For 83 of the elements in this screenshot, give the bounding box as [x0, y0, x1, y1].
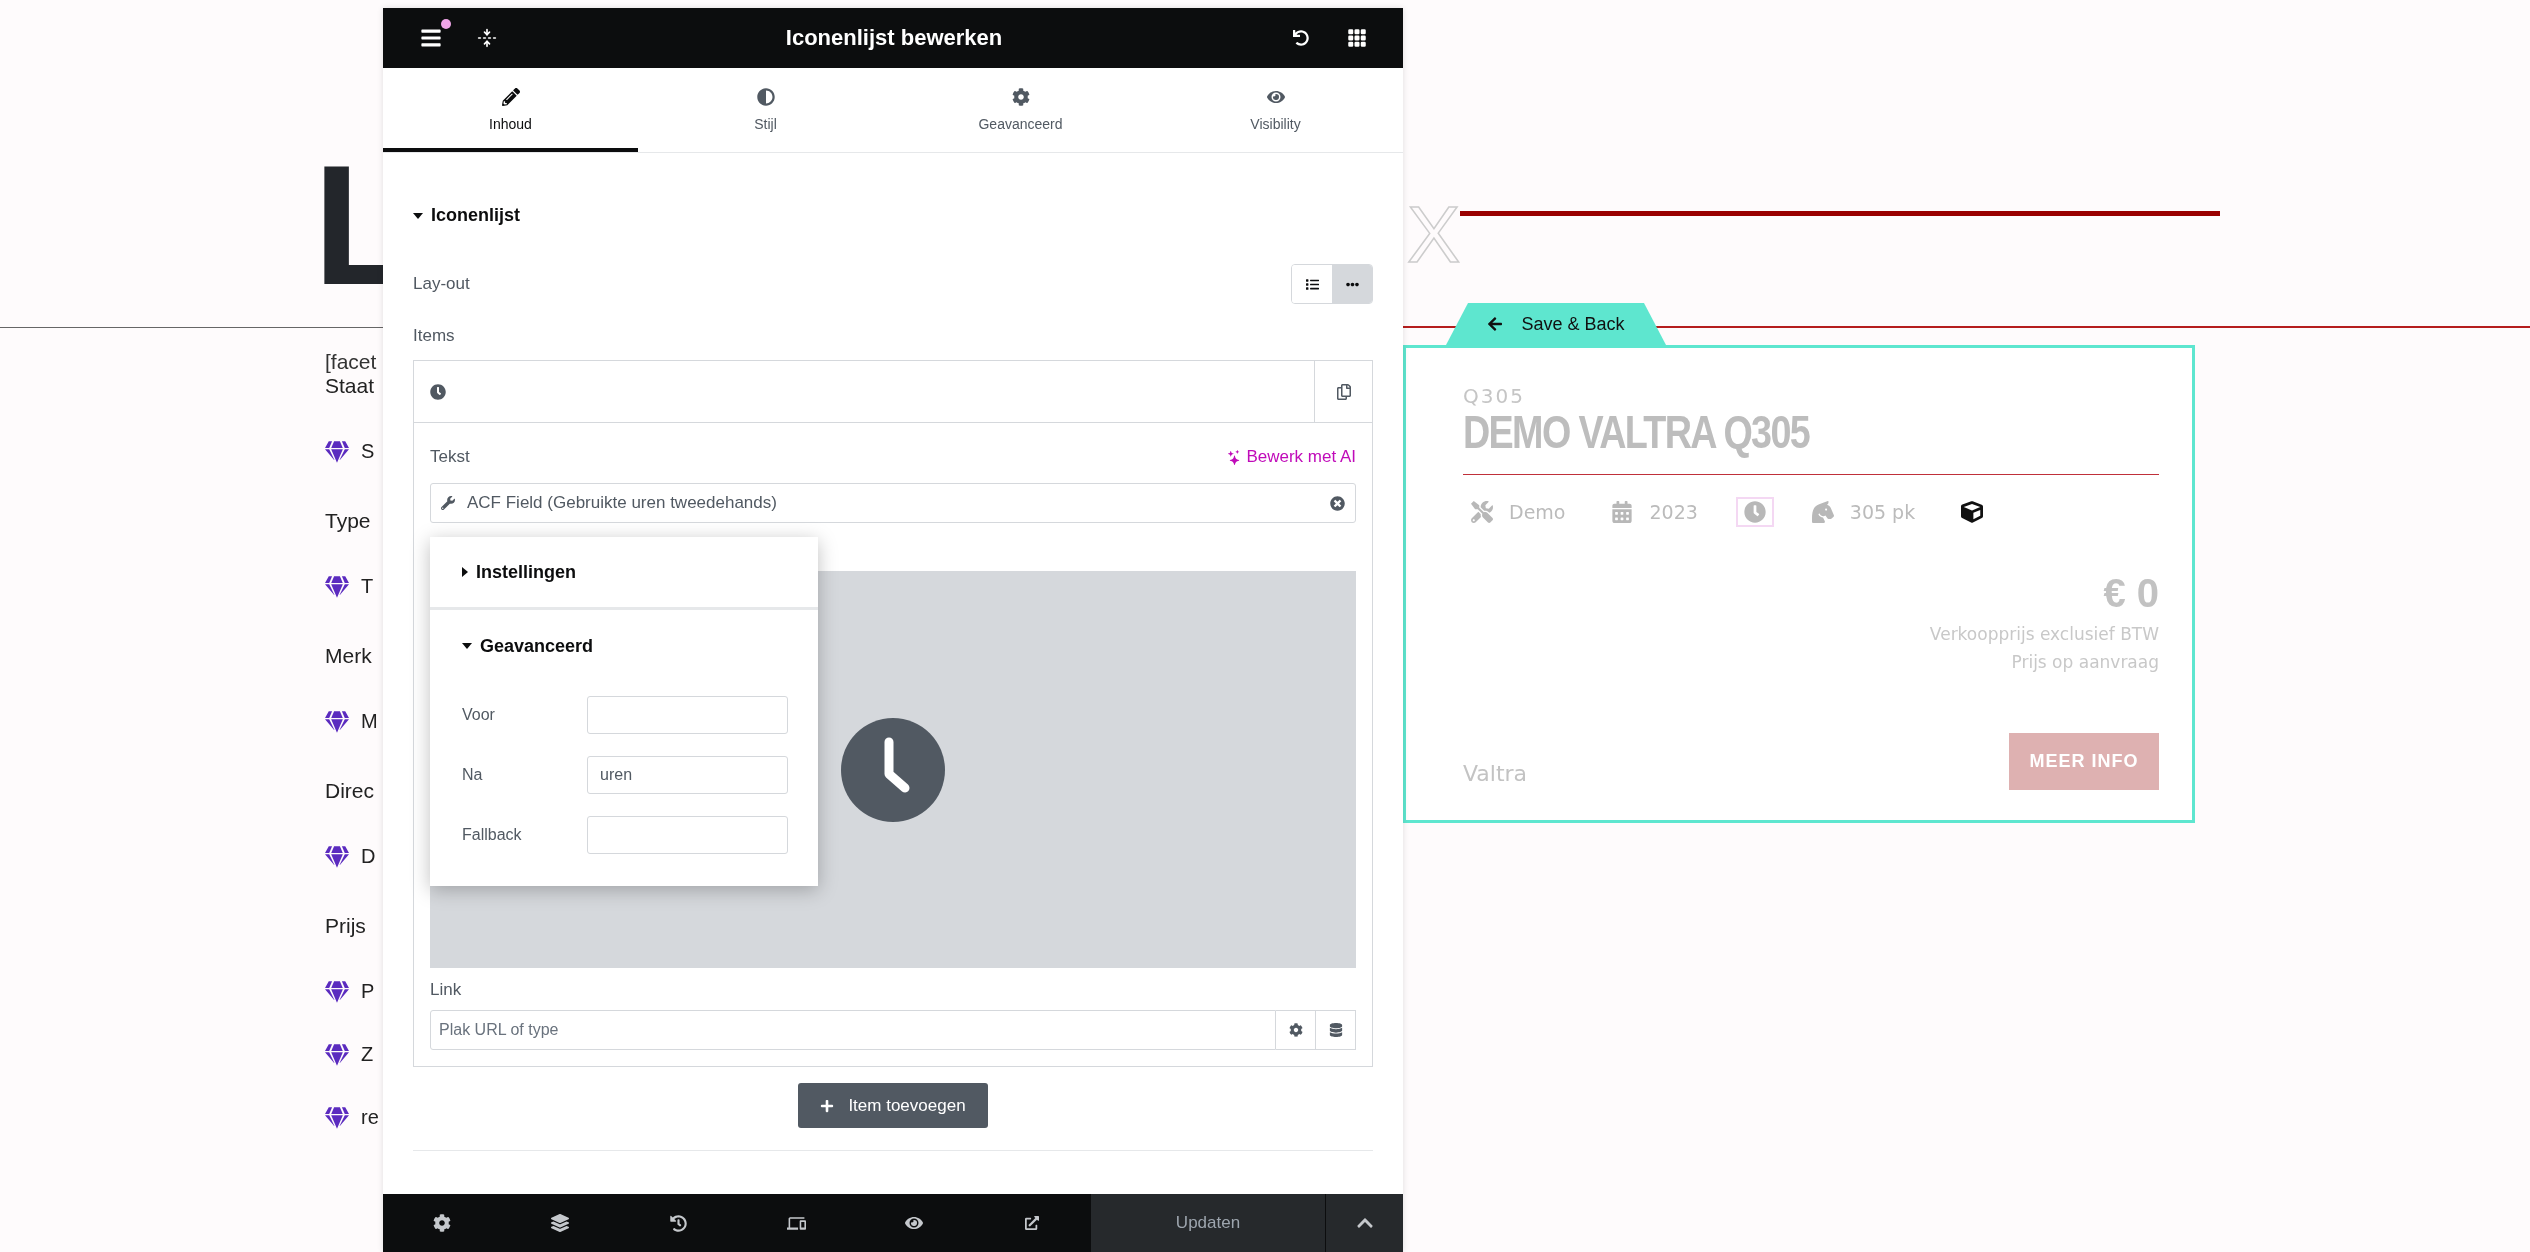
gear-icon [1288, 1023, 1303, 1037]
gem-icon [325, 439, 349, 464]
caret-down-icon [413, 212, 423, 219]
clock-icon [1743, 501, 1766, 524]
field-value: ACF Field (Gebruikte uren tweedehands) [467, 493, 778, 513]
external-link-icon [1025, 1216, 1039, 1230]
filter-option[interactable]: Z [361, 1043, 374, 1066]
grid-icon [1347, 28, 1367, 48]
product-code: Q305 [1463, 384, 1525, 408]
popover-section-header[interactable]: Geavanceerd [430, 610, 594, 682]
eye-icon [905, 1214, 923, 1232]
panel-tab[interactable]: Stijl [638, 68, 893, 152]
text-input[interactable] [587, 816, 788, 854]
settings-icon [433, 1214, 451, 1232]
contrast-icon [756, 87, 775, 106]
dynamic-text-field[interactable]: ACF Field (Gebruikte uren tweedehands) [430, 483, 1356, 523]
field-label: Voor [462, 706, 496, 724]
brand-name: Valtra [1463, 761, 1528, 786]
panel-title: Iconenlijst bewerken [784, 25, 1004, 51]
gem-icon [325, 979, 349, 1004]
field-label: Link [430, 980, 463, 1000]
caret-down-icon [462, 643, 472, 649]
database-icon [1328, 1023, 1343, 1037]
fold-icon [477, 28, 497, 48]
dynamic-tags-button[interactable] [1316, 1010, 1356, 1050]
filter-option[interactable]: M [361, 710, 378, 733]
panel-tab[interactable]: Inhoud [383, 68, 638, 152]
update-button[interactable]: Updaten [1091, 1194, 1325, 1252]
clear-icon[interactable] [1330, 495, 1345, 511]
save-back-button[interactable]: Save & Back [1446, 303, 1666, 345]
product-title: DEMO VALTRA Q305 [1463, 408, 1810, 457]
menu-icon [420, 27, 442, 49]
arrow-left-icon [1487, 316, 1504, 332]
filter-title: Merk [325, 644, 372, 668]
history-icon [669, 1214, 687, 1232]
clock-icon [841, 717, 945, 822]
gear-icon [1011, 87, 1030, 106]
field-label: Fallback [462, 826, 523, 844]
panel-tab[interactable]: Geavanceerd [893, 68, 1148, 152]
undo-icon [1293, 30, 1309, 46]
list-icon [1305, 277, 1319, 291]
filter-title: Staat [325, 374, 375, 398]
gem-icon [325, 709, 349, 734]
calendar-icon [1611, 501, 1634, 524]
spec-text: 305 pk [1849, 501, 1916, 524]
clock-icon [430, 383, 446, 400]
filter-option[interactable]: re [361, 1106, 379, 1129]
ai-edit-link[interactable]: Bewerk met AI [1227, 447, 1356, 467]
add-item-button[interactable]: Item toevoegen [798, 1083, 988, 1128]
field-label: Items [413, 326, 456, 346]
spec-text: Demo [1509, 501, 1566, 524]
gem-icon [325, 574, 349, 599]
copy-icon [1335, 383, 1352, 400]
horse-icon [1811, 501, 1834, 524]
tools-icon [1471, 501, 1493, 524]
field-label: Na [462, 766, 484, 784]
plus-icon [820, 1098, 835, 1113]
text-input[interactable]: uren [587, 756, 788, 794]
gem-icon [325, 844, 349, 869]
gem-icon [325, 1105, 349, 1130]
link-options-button[interactable] [1276, 1010, 1316, 1050]
filter-title: Type [325, 509, 371, 533]
filter-title: Direc [325, 779, 374, 803]
wrench-icon [441, 496, 455, 510]
caret-right-icon [462, 567, 468, 577]
spec-text: 2023 [1649, 501, 1698, 524]
cube-icon [1961, 501, 1984, 524]
filter-option[interactable]: P [361, 980, 375, 1003]
panel-tab[interactable]: Visibility [1148, 68, 1403, 152]
popover-section-header[interactable]: Instellingen [430, 537, 576, 607]
pencil-icon [501, 87, 520, 106]
filter-option[interactable]: T [361, 575, 374, 598]
text-input[interactable] [587, 696, 788, 734]
shortcode-text: [facet [325, 350, 377, 374]
section-header[interactable]: Iconenlijst [413, 205, 520, 226]
field-label: Tekst [430, 447, 470, 467]
gem-icon [325, 1042, 349, 1067]
filter-title: Prijs [325, 914, 366, 938]
layers-icon [551, 1214, 569, 1232]
url-input[interactable]: Plak URL of type [430, 1010, 1276, 1050]
price: € 0 [2103, 571, 2159, 617]
filter-option[interactable]: S [361, 440, 375, 463]
filter-option[interactable]: D [361, 845, 376, 868]
